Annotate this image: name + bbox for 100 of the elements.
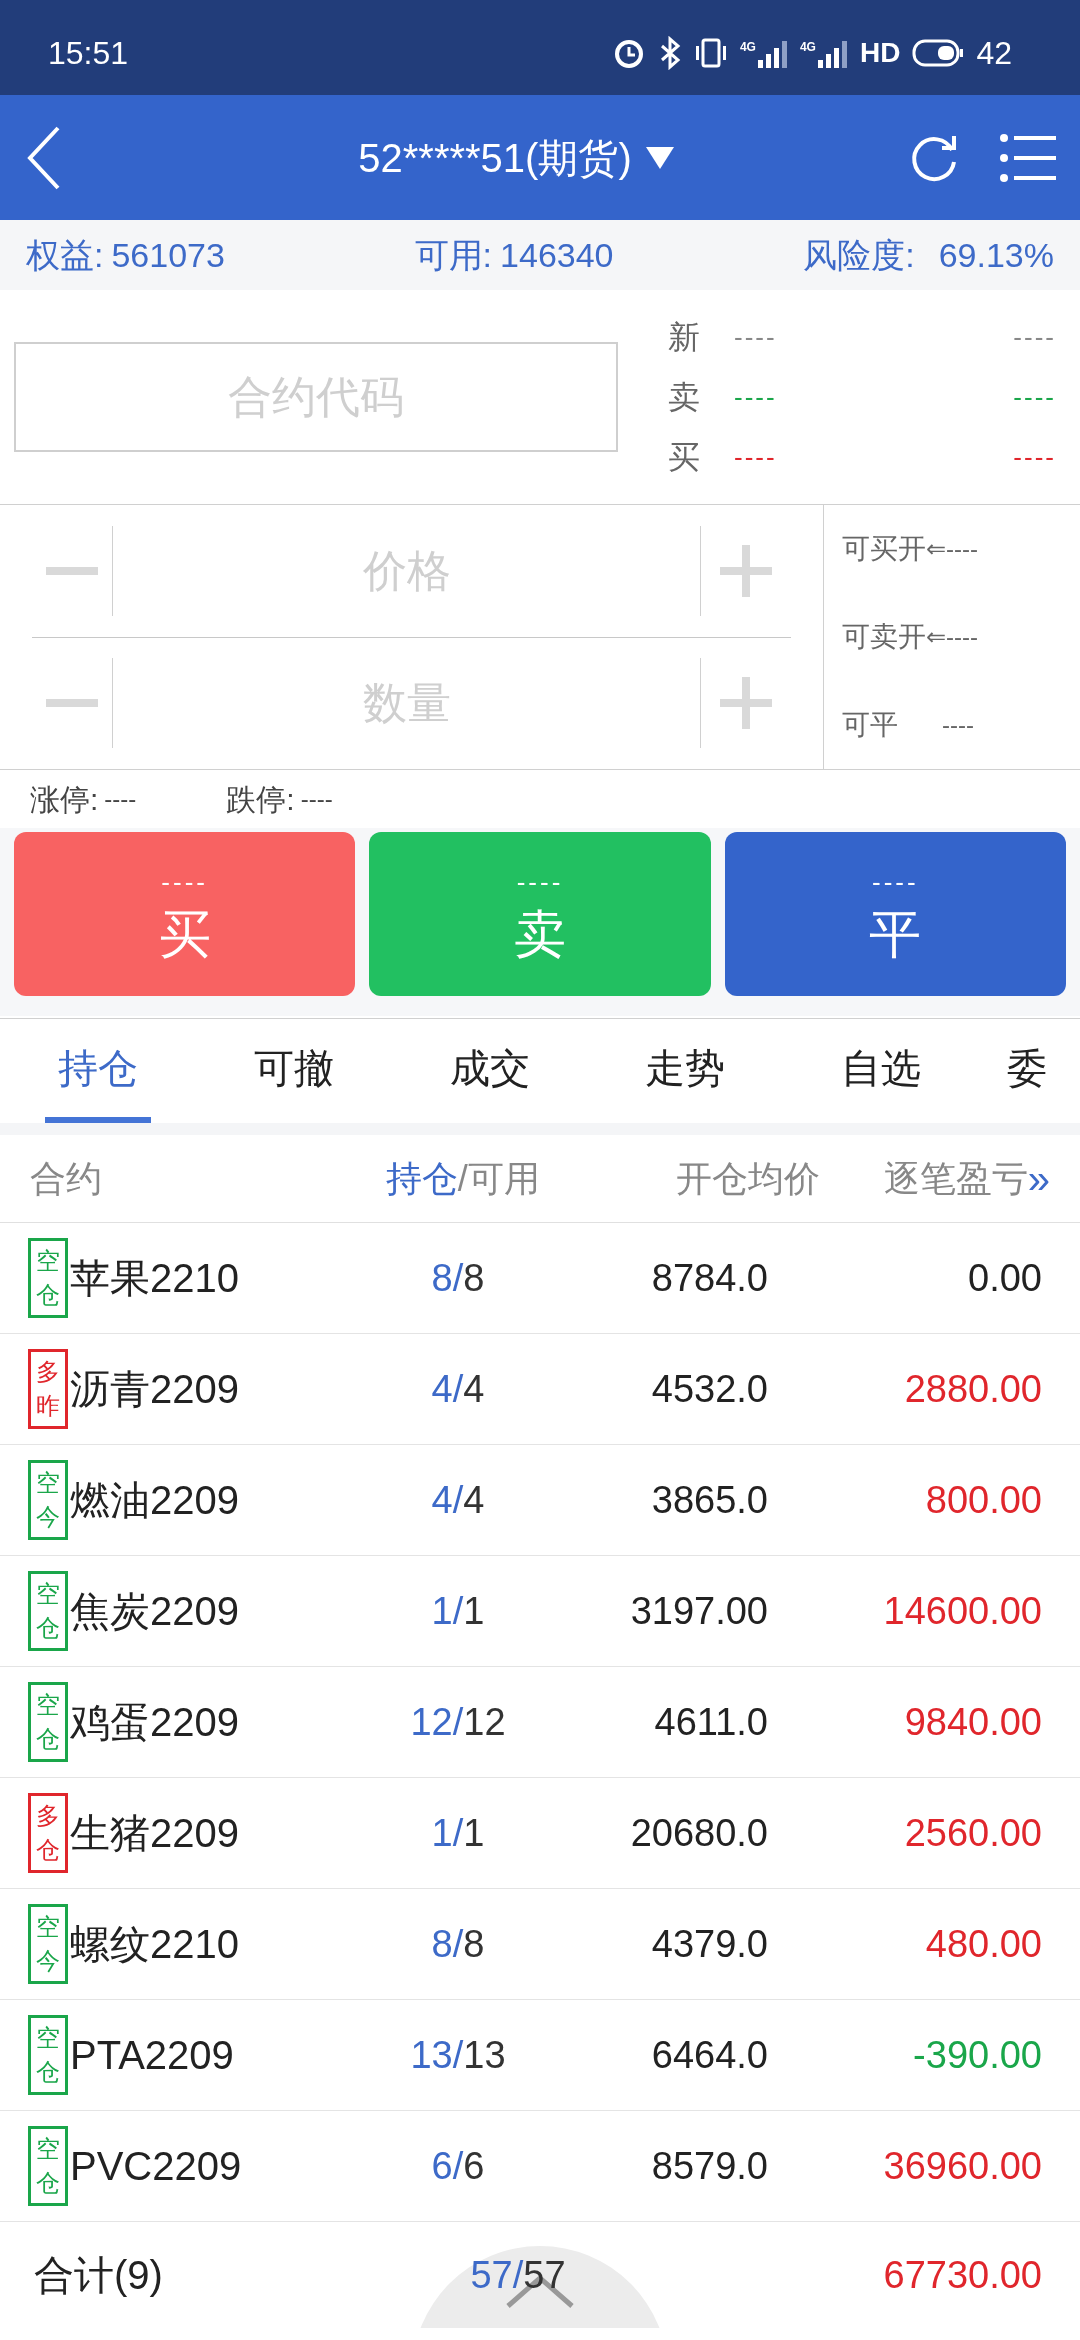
close-position-button[interactable]: ---- 平 xyxy=(724,832,1066,996)
available-count: 4 xyxy=(463,1477,485,1523)
available-count: 8 xyxy=(463,1255,485,1301)
position-tag: 空 今 xyxy=(28,1460,68,1540)
tab[interactable]: 持仓 xyxy=(45,1019,151,1123)
average-price: 8784.0 xyxy=(650,1255,768,1301)
profit-loss: 2880.00 xyxy=(903,1366,1042,1412)
menu-icon[interactable] xyxy=(1000,132,1056,183)
contract-name: PTA2209 xyxy=(69,2032,235,2079)
column-header: /可用 xyxy=(457,1156,540,1201)
average-price: 3865.0 xyxy=(650,1477,768,1523)
summary-label: 权益: xyxy=(26,234,104,276)
limit-label: 涨停: xyxy=(30,781,99,818)
position-tag: 空 仓 xyxy=(28,1682,68,1762)
contract-name: 沥青2209 xyxy=(69,1366,240,1413)
available-count: 6 xyxy=(463,2143,485,2189)
column-header: 开仓均价 xyxy=(675,1156,821,1201)
position-tag: 空 仓 xyxy=(28,1571,68,1651)
contract-name: 苹果2210 xyxy=(69,1255,240,1302)
limit-label: 跌停: xyxy=(226,781,295,818)
availability-label: 可买开 xyxy=(842,532,926,566)
profit-loss: 800.00 xyxy=(924,1477,1042,1523)
average-price: 4611.0 xyxy=(653,1699,768,1745)
average-price: 6464.0 xyxy=(650,2032,768,2078)
summary-value: 146340 xyxy=(500,234,614,276)
column-header: 逐笔盈亏 xyxy=(882,1156,1028,1201)
available-count: 4 xyxy=(463,1366,485,1412)
available-count: 1 xyxy=(463,1588,485,1634)
held-count: 8/ xyxy=(431,1255,464,1301)
quote-value: ---- xyxy=(1013,440,1056,474)
quote-value: ---- xyxy=(1013,380,1056,414)
position-tag: 多 仓 xyxy=(28,1793,68,1873)
available-count: 57 xyxy=(523,2252,566,2298)
quote-value: ---- xyxy=(734,380,777,414)
available-count: 12 xyxy=(463,1699,506,1745)
available-count: 8 xyxy=(463,1921,485,1967)
availability-value: ---- xyxy=(942,710,974,740)
held-count: 6/ xyxy=(431,2143,464,2189)
column-header: 合约 xyxy=(30,1156,103,1201)
summary-label: 风险度: xyxy=(803,234,915,276)
dropdown-caret-icon[interactable] xyxy=(645,146,674,169)
summary-value: 561073 xyxy=(111,234,225,276)
average-price: 4532.0 xyxy=(650,1366,768,1412)
contract-name: PVC2209 xyxy=(69,2143,243,2190)
total-label: 合计(9) xyxy=(34,2252,164,2299)
quote-label: 买 xyxy=(668,438,701,477)
total-profit-loss: 67730.00 xyxy=(882,2252,1042,2298)
average-price: 4379.0 xyxy=(650,1921,768,1967)
held-count: 4/ xyxy=(431,1366,464,1412)
position-tag: 多 昨 xyxy=(28,1349,68,1429)
tab[interactable]: 委 xyxy=(974,1019,1080,1123)
average-price: 8579.0 xyxy=(650,2143,768,2189)
available-count: 1 xyxy=(463,1810,485,1856)
profit-loss: 14600.00 xyxy=(882,1588,1042,1634)
availability-label: 可卖开 xyxy=(842,620,926,654)
held-count: 1/ xyxy=(431,1588,464,1634)
average-price: 20680.0 xyxy=(629,1810,768,1856)
position-tag: 空 仓 xyxy=(28,2015,68,2095)
summary-value: 69.13% xyxy=(938,234,1054,276)
position-tag: 空 仓 xyxy=(28,1238,68,1318)
column-header[interactable]: 持仓 xyxy=(385,1151,458,1206)
network-type-label: 4G xyxy=(799,38,816,56)
tab[interactable]: 可撤 xyxy=(240,1019,347,1123)
account-title[interactable]: 52*****51(期货) xyxy=(358,127,632,188)
battery-level: 42 xyxy=(976,33,1012,73)
held-count: 13/ xyxy=(410,2032,464,2078)
limit-value: ---- xyxy=(300,784,333,814)
profit-loss: -390.00 xyxy=(912,2032,1042,2078)
tab[interactable]: 自选 xyxy=(828,1019,935,1123)
profit-loss: 480.00 xyxy=(924,1921,1042,1967)
tab[interactable]: 走势 xyxy=(632,1019,739,1123)
position-tag: 空 今 xyxy=(28,1904,68,1984)
quote-value: ---- xyxy=(734,320,777,354)
contract-name: 焦炭2209 xyxy=(69,1588,240,1635)
availability-label: 可平 xyxy=(842,708,899,742)
position-tag: 空 仓 xyxy=(28,2126,68,2206)
network-type-label: 4G xyxy=(739,38,756,56)
available-count: 13 xyxy=(463,2032,506,2078)
availability-value: ⇐---- xyxy=(926,622,978,652)
held-count: 57/ xyxy=(470,2252,524,2298)
tab[interactable]: 成交 xyxy=(436,1019,543,1123)
held-count: 1/ xyxy=(431,1810,464,1856)
contract-name: 螺纹2210 xyxy=(69,1921,240,1968)
profit-loss: 36960.00 xyxy=(882,2143,1042,2189)
contract-name: 鸡蛋2209 xyxy=(69,1699,240,1746)
held-count: 4/ xyxy=(431,1477,464,1523)
more-columns-arrow[interactable]: » xyxy=(1027,1148,1050,1209)
contract-name: 燃油2209 xyxy=(69,1477,240,1524)
battery-icon xyxy=(912,38,965,67)
profit-loss: 9840.00 xyxy=(903,1699,1042,1745)
profit-loss: 2560.00 xyxy=(903,1810,1042,1856)
quote-label: 新 xyxy=(668,318,701,357)
contract-name: 生猪2209 xyxy=(69,1810,240,1857)
quote-label: 卖 xyxy=(668,378,701,417)
summary-label: 可用: xyxy=(414,234,493,276)
quote-value: ---- xyxy=(734,440,777,474)
held-count: 12/ xyxy=(410,1699,464,1745)
quote-value: ---- xyxy=(1013,320,1056,354)
held-count: 8/ xyxy=(431,1921,464,1967)
hd-label: HD xyxy=(859,35,901,70)
